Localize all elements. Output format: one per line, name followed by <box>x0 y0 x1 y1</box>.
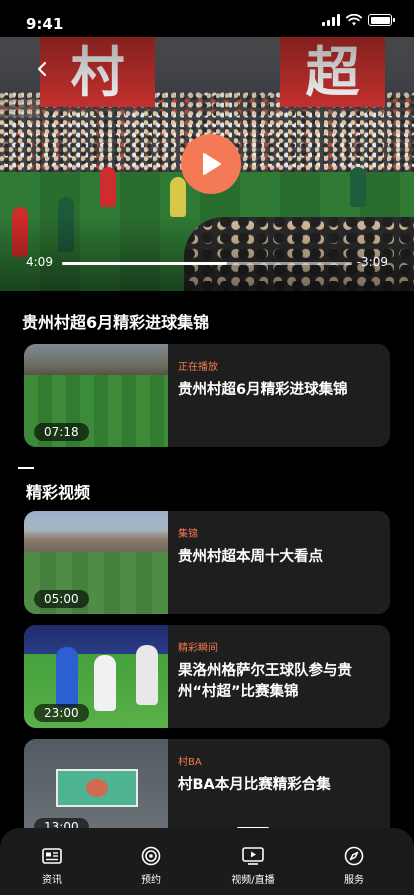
tab-bar: 资讯 预约 视频/直播 服务 <box>0 828 414 895</box>
video-card[interactable]: 05:00 集锦 贵州村超本周十大看点 <box>24 511 390 614</box>
section-title: 精彩视频 <box>26 483 91 502</box>
play-icon <box>203 153 221 175</box>
remaining-time: -3:09 <box>356 255 388 269</box>
tab-video-live[interactable]: 视频/直播 <box>213 846 293 886</box>
status-time: 9:41 <box>26 15 64 33</box>
chevron-left-icon <box>37 61 47 77</box>
tab-label: 视频/直播 <box>231 875 275 886</box>
tab-label: 资讯 <box>42 875 62 886</box>
status-bar: 9:41 <box>0 0 414 40</box>
card-tag: 集锦 <box>178 529 198 540</box>
player-figure <box>94 655 116 711</box>
player-figure <box>136 645 158 705</box>
battery-icon <box>368 14 395 26</box>
now-playing-card[interactable]: 07:18 正在播放 贵州村超6月精彩进球集锦 <box>24 344 390 447</box>
progress-fill <box>62 262 228 265</box>
card-title: 果洛州格萨尔王球队参与贵州“村超”比赛集锦 <box>178 663 352 700</box>
basketball-court-center <box>86 779 108 797</box>
cellular-signal-icon <box>322 14 340 26</box>
video-thumbnail: 05:00 <box>24 511 168 614</box>
compass-icon <box>344 846 364 866</box>
video-title: 贵州村超6月精彩进球集锦 <box>22 313 210 332</box>
tab-booking[interactable]: 预约 <box>111 846 191 886</box>
news-icon <box>42 848 62 864</box>
card-title: 贵州村超本周十大看点 <box>178 549 323 565</box>
target-icon <box>141 846 161 866</box>
wifi-icon <box>346 14 362 26</box>
play-button[interactable] <box>181 134 241 194</box>
duration-badge: 05:00 <box>34 590 89 608</box>
tab-services[interactable]: 服务 <box>314 846 394 886</box>
back-button[interactable] <box>30 57 54 81</box>
tab-label: 预约 <box>141 875 161 886</box>
card-title: 村BA本月比赛精彩合集 <box>178 777 331 793</box>
card-tag: 正在播放 <box>178 362 218 373</box>
video-card[interactable]: 23:00 精彩瞬间 果洛州格萨尔王球队参与贵州“村超”比赛集锦 <box>24 625 390 728</box>
duration-badge: 23:00 <box>34 704 89 722</box>
status-icons <box>322 14 395 26</box>
tab-label: 服务 <box>344 875 364 886</box>
video-thumbnail: 23:00 <box>24 625 168 728</box>
video-play-icon <box>242 847 264 865</box>
card-tag: 精彩瞬间 <box>178 643 218 654</box>
card-tag: 村BA <box>178 757 202 768</box>
video-thumbnail: 07:18 <box>24 344 168 447</box>
tab-news[interactable]: 资讯 <box>12 846 92 886</box>
duration-badge: 07:18 <box>34 423 89 441</box>
video-player[interactable]: 村 超 4:09 -3:09 <box>0 37 414 291</box>
video-card[interactable]: 13:00 村BA 村BA本月比赛精彩合集 <box>24 739 390 842</box>
current-time: 4:09 <box>26 255 53 269</box>
card-title: 贵州村超6月精彩进球集锦 <box>178 382 348 398</box>
player-figure <box>56 647 78 707</box>
video-thumbnail: 13:00 <box>24 739 168 842</box>
section-divider <box>18 467 34 469</box>
progress-bar[interactable] <box>62 262 352 265</box>
